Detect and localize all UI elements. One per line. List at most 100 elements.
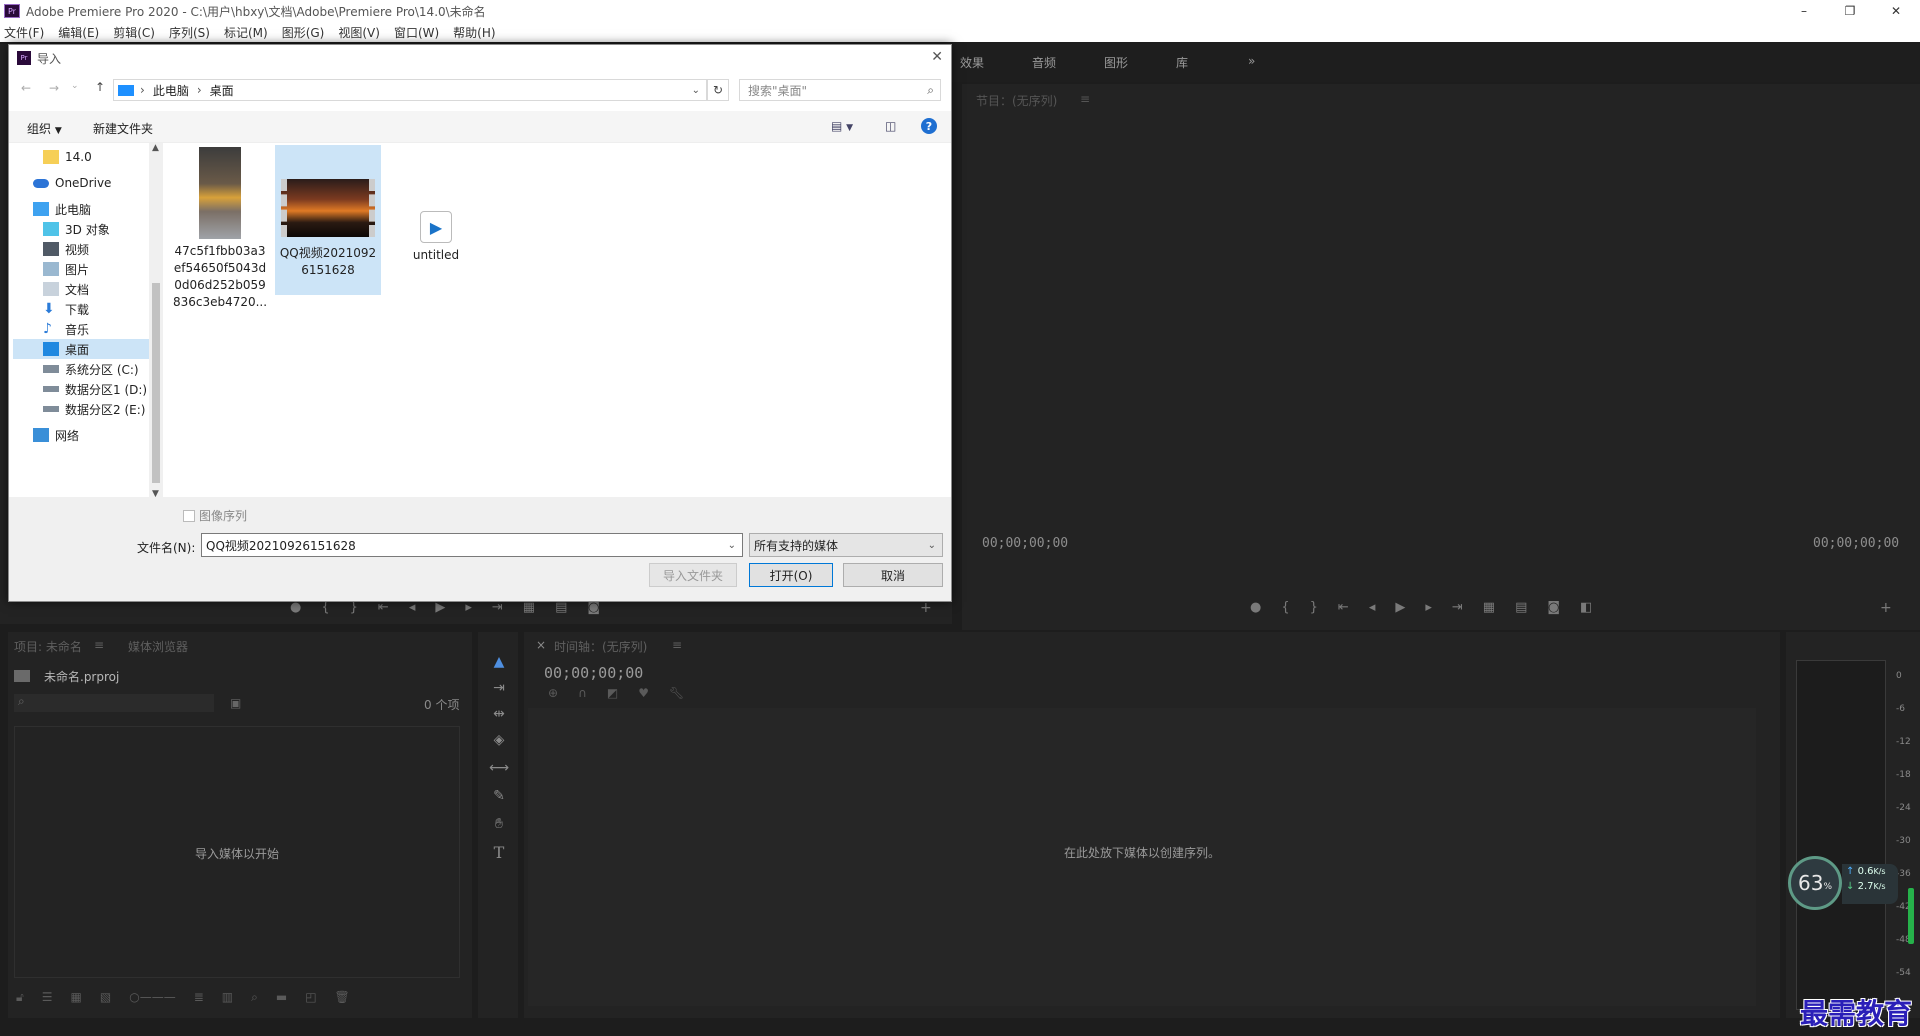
wrench-icon[interactable]: 🔧︎ (669, 686, 684, 700)
filename-input[interactable]: QQ视频20210926151628 ⌄ (201, 533, 743, 557)
menu-sequence[interactable]: 序列(S) (169, 24, 210, 41)
file-item-untitled[interactable]: ▶ untitled (383, 211, 489, 264)
project-search-input[interactable]: ⌕ (14, 694, 214, 712)
play-icon[interactable]: ▶ (1395, 600, 1405, 615)
marker-icon[interactable]: ● (1250, 600, 1261, 615)
nav-item-downloads[interactable]: ⬇ 下载 (43, 299, 89, 319)
add-button-icon[interactable]: + (1880, 600, 1892, 616)
nest-icon[interactable]: ⊕ (548, 686, 558, 700)
step-back-icon[interactable]: ◂ (409, 600, 416, 615)
menu-markers[interactable]: 标记(M) (224, 24, 268, 41)
menu-file[interactable]: 文件(F) (4, 24, 44, 41)
program-timecode-left[interactable]: 00;00;00;00 (982, 536, 1068, 551)
chevron-down-icon[interactable]: ⌄ (728, 540, 736, 551)
nav-item-documents[interactable]: 文档 (43, 279, 89, 299)
address-dropdown-icon[interactable]: ⌄ (692, 85, 700, 96)
freeform-view-icon[interactable]: ▧ (100, 990, 111, 1005)
snap-icon[interactable]: ∩ (578, 686, 587, 700)
lift-icon[interactable]: ▦ (1483, 600, 1495, 615)
program-title[interactable]: 节目：(无序列) (976, 92, 1057, 109)
in-point-icon[interactable]: { (321, 600, 329, 615)
new-folder-button[interactable]: 新建文件夹 (93, 120, 153, 137)
image-sequence-checkbox[interactable]: 图像序列 (183, 507, 247, 524)
type-tool-icon[interactable]: T (489, 842, 509, 862)
breadcrumb-desktop[interactable]: 桌面 (210, 82, 234, 99)
comparison-icon[interactable]: ◧ (1580, 600, 1592, 615)
nav-item-desktop[interactable]: 桌面 (13, 339, 155, 359)
list-view-icon[interactable]: ☰ (42, 990, 53, 1005)
preview-pane-icon[interactable]: ◫ (885, 119, 896, 133)
scrollbar-thumb[interactable] (152, 283, 160, 483)
ripple-edit-tool-icon[interactable]: ⇹ (489, 704, 509, 724)
extract-icon[interactable]: ▤ (1515, 600, 1527, 615)
zoom-slider[interactable]: ○——— (129, 990, 175, 1005)
filetype-select[interactable]: 所有支持的媒体 ⌄ (749, 533, 943, 557)
step-forward-icon[interactable]: ▸ (465, 600, 472, 615)
minimize-button[interactable]: – (1784, 0, 1824, 22)
nav-scrollbar[interactable]: ▲ ▼ (149, 143, 163, 499)
marker-icon[interactable]: ● (290, 600, 301, 615)
nav-item-drive-d[interactable]: 数据分区1 (D:) (43, 379, 147, 399)
refresh-icon[interactable]: ↻ (707, 79, 729, 101)
panel-menu-icon[interactable]: ≡ (94, 638, 104, 652)
tab-effects[interactable]: 效果 (960, 54, 984, 71)
lock-icon[interactable]: 🔓︎ (16, 990, 24, 1005)
checkbox-box[interactable] (183, 509, 195, 522)
import-folder-button[interactable]: 导入文件夹 (649, 563, 737, 587)
timeline-timecode[interactable]: 00;00;00;00 (544, 664, 643, 682)
help-icon[interactable]: ? (921, 118, 937, 134)
network-speed-widget[interactable]: 63% (1788, 856, 1842, 910)
close-tab-icon[interactable]: × (536, 638, 546, 652)
forward-icon[interactable]: → (49, 81, 59, 95)
camera-icon[interactable]: ◙ (1547, 600, 1560, 615)
new-item-icon[interactable]: ◰ (305, 990, 316, 1005)
file-item-image[interactable]: 47c5f1fbb03a3ef54650f5043d0d06d252b05983… (167, 147, 273, 311)
close-button[interactable]: ✕ (1876, 0, 1916, 22)
insert-icon[interactable]: ▦ (523, 600, 535, 615)
up-icon[interactable]: ↑ (95, 80, 105, 94)
razor-tool-icon[interactable]: ◈ (489, 730, 509, 750)
new-bin-icon[interactable]: ▣ (230, 696, 241, 710)
open-button[interactable]: 打开(O) (749, 563, 833, 587)
tab-graphics[interactable]: 图形 (1104, 54, 1128, 71)
tab-library[interactable]: 库 (1176, 54, 1188, 71)
out-point-icon[interactable]: } (1310, 600, 1318, 615)
cancel-button[interactable]: 取消 (843, 563, 943, 587)
trash-icon[interactable]: 🗑︎ (335, 990, 350, 1005)
recent-chevron-icon[interactable]: ⌄ (71, 81, 79, 91)
camera-icon[interactable]: ◙ (587, 600, 600, 615)
nav-item-drive-e[interactable]: 数据分区2 (E:) (43, 399, 145, 419)
step-forward-icon[interactable]: ▸ (1425, 600, 1432, 615)
chevron-down-icon[interactable]: ⌄ (928, 540, 936, 551)
menu-window[interactable]: 窗口(W) (394, 24, 439, 41)
project-drop-area[interactable]: 导入媒体以开始 (14, 726, 460, 978)
organize-button[interactable]: 组织 ▼ (27, 120, 62, 137)
nav-item-music[interactable]: ♪ 音乐 (43, 319, 89, 339)
icon-view-icon[interactable]: ▦ (71, 990, 82, 1005)
nav-item-this-pc[interactable]: 此电脑 (33, 199, 91, 219)
back-icon[interactable]: ← (21, 81, 31, 95)
menu-clip[interactable]: 剪辑(C) (113, 24, 155, 41)
track-select-tool-icon[interactable]: ⇥ (489, 678, 509, 698)
menu-edit[interactable]: 编辑(E) (58, 24, 99, 41)
breadcrumb-this-pc[interactable]: 此电脑 (153, 82, 189, 99)
go-out-icon[interactable]: ⇥ (492, 600, 503, 615)
go-out-icon[interactable]: ⇥ (1452, 600, 1463, 615)
menu-graphics[interactable]: 图形(G) (282, 24, 325, 41)
nav-item-pictures[interactable]: 图片 (43, 259, 89, 279)
panel-menu-icon[interactable]: ≡ (1080, 92, 1090, 106)
panel-menu-icon[interactable]: ≡ (672, 638, 682, 652)
play-icon[interactable]: ▶ (435, 600, 445, 615)
nav-item-onedrive[interactable]: OneDrive (33, 173, 111, 193)
search-input[interactable]: 搜索"桌面" ⌕ (739, 79, 941, 101)
slip-tool-icon[interactable]: ⟷ (489, 758, 509, 778)
menu-help[interactable]: 帮助(H) (453, 24, 495, 41)
selection-tool-icon[interactable]: ▲ (489, 652, 509, 672)
timeline-drop-area[interactable]: 在此处放下媒体以创建序列。 (528, 708, 1756, 1006)
nav-item-network[interactable]: 网络 (33, 425, 79, 445)
pen-tool-icon[interactable]: ✎ (489, 786, 509, 806)
file-item-qq-video[interactable]: QQ视频20210926151628 (275, 145, 381, 295)
more-tabs-icon[interactable]: » (1248, 54, 1255, 68)
overwrite-icon[interactable]: ▤ (555, 600, 567, 615)
find-icon[interactable]: ⌕ (251, 990, 258, 1005)
